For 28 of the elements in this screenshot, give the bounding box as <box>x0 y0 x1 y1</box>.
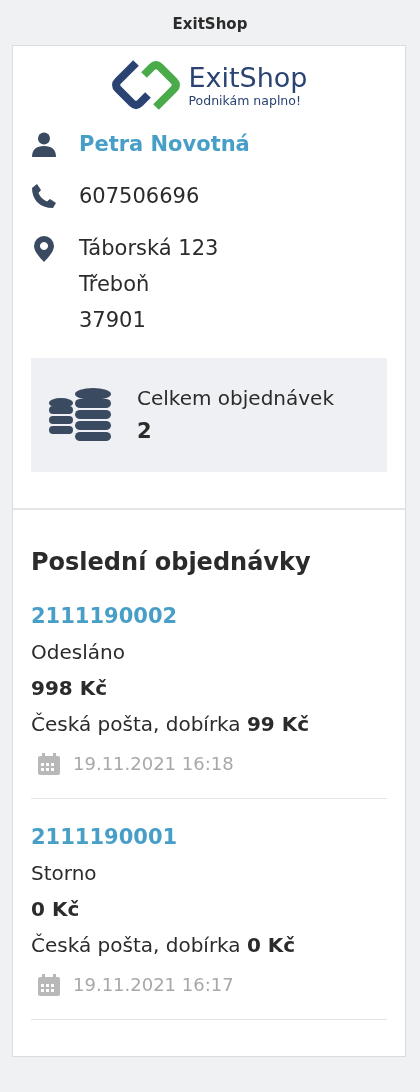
stats-label: Celkem objednávek <box>137 385 334 412</box>
calendar-icon <box>37 973 61 997</box>
order-date: 19.11.2021 16:18 <box>73 752 234 776</box>
order-price: 0 Kč <box>31 896 81 923</box>
order-status: Storno <box>31 860 98 887</box>
shipping-info: Česká pošta, dobírka 0 Kč <box>31 932 297 959</box>
address-line: 37901 <box>79 307 147 334</box>
location-pin-icon <box>33 235 55 263</box>
stats-value: 2 <box>137 418 153 445</box>
section-heading: Poslední objednávky <box>31 548 312 576</box>
calendar-icon <box>37 752 61 776</box>
order-price: 998 Kč <box>31 675 109 702</box>
window-title: ExitShop <box>172 15 248 33</box>
logo-text: ExitShop <box>188 62 308 94</box>
phone-icon <box>31 183 57 209</box>
order-status: Odesláno <box>31 639 126 666</box>
coin-stack-icon <box>49 387 113 443</box>
logo-tagline: Podnikám naplno! <box>188 94 302 108</box>
customer-name-link[interactable]: Petra Novotná <box>79 126 250 162</box>
order-number-link[interactable]: 2111190001 <box>31 825 178 849</box>
shipping-info: Česká pošta, dobírka 99 Kč <box>31 711 311 738</box>
phone-number: 607506696 <box>79 183 200 210</box>
address-line: Táborská 123 <box>79 235 219 262</box>
logo-icon <box>110 60 183 110</box>
order-date: 19.11.2021 16:17 <box>73 973 234 997</box>
order-number-link[interactable]: 2111190002 <box>31 604 178 628</box>
person-icon <box>31 131 57 157</box>
address-line: Třeboň <box>79 271 151 298</box>
